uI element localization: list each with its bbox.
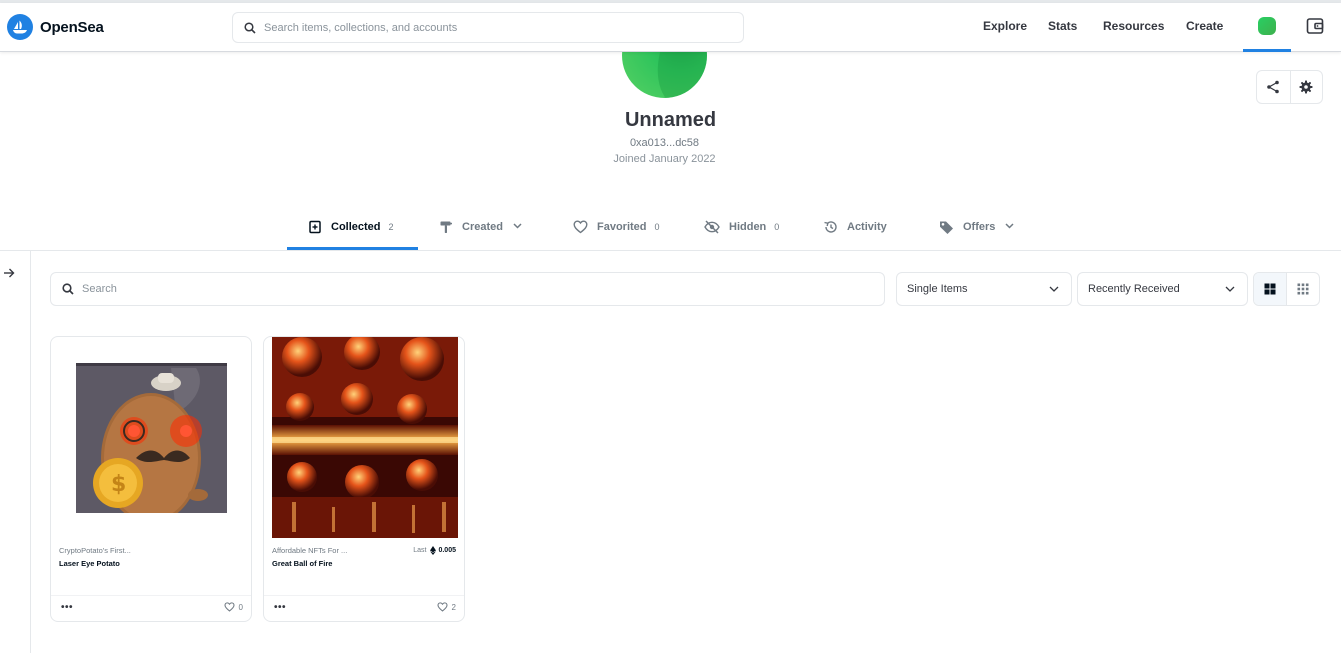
large-grid-icon — [1264, 283, 1276, 295]
view-toggle — [1253, 272, 1320, 306]
profile-avatar-button[interactable] — [1258, 17, 1276, 35]
card-item-name: Great Ball of Fire — [272, 559, 333, 568]
item-type-select[interactable]: Single Items — [896, 272, 1072, 306]
favorite-count: 2 — [451, 602, 456, 612]
brand-name: OpenSea — [40, 18, 104, 36]
nav-resources[interactable]: Resources — [1103, 19, 1164, 33]
expand-filters-button[interactable] — [3, 266, 15, 284]
heart-icon — [437, 602, 448, 612]
search-icon — [62, 283, 74, 295]
chevron-down-icon — [1225, 286, 1235, 292]
wallet-icon[interactable] — [1306, 17, 1324, 40]
item-type-value: Single Items — [907, 283, 968, 295]
profile-actions — [1256, 70, 1323, 104]
active-nav-indicator — [1243, 49, 1291, 52]
history-icon — [824, 221, 837, 233]
settings-button[interactable] — [1289, 71, 1323, 103]
card-item-name: Laser Eye Potato — [59, 559, 120, 568]
chevron-down-icon — [1005, 223, 1014, 229]
favorite-button[interactable]: 2 — [437, 602, 456, 612]
nft-image-laser-eye-potato: $ — [76, 363, 227, 513]
sidebar-divider — [30, 251, 31, 653]
card-collection-name[interactable]: Affordable NFTs For ... — [272, 546, 347, 555]
nav-stats[interactable]: Stats — [1048, 19, 1077, 33]
nft-card[interactable]: Affordable NFTs For ... Great Ball of Fi… — [263, 336, 465, 622]
tab-collected-count: 2 — [388, 222, 394, 232]
arrow-right-icon — [4, 268, 15, 278]
favorite-count: 0 — [238, 602, 243, 612]
tabs-divider — [0, 250, 1341, 251]
items-search-input[interactable] — [82, 283, 862, 295]
eth-icon — [430, 546, 437, 555]
eye-off-icon — [704, 220, 720, 234]
nav-explore[interactable]: Explore — [983, 19, 1027, 33]
tab-collected[interactable]: Collected 2 — [308, 219, 394, 250]
last-price-label: Last — [413, 547, 427, 554]
wallet-address[interactable]: 0xa013...dc58 — [0, 137, 1329, 149]
tab-created-label: Created — [462, 221, 503, 233]
card-footer: ••• 2 — [264, 595, 464, 622]
sort-select[interactable]: Recently Received — [1077, 272, 1248, 306]
tab-favorited-count: 0 — [654, 222, 660, 232]
tab-activity-label: Activity — [847, 221, 887, 233]
small-grid-icon — [1297, 283, 1309, 295]
collected-icon — [309, 220, 321, 234]
profile-name: Unnamed — [624, 109, 717, 131]
heart-icon — [224, 602, 235, 612]
card-footer: ••• 0 — [51, 595, 251, 622]
tab-favorited-label: Favorited — [597, 221, 647, 233]
small-grid-button[interactable] — [1287, 273, 1320, 305]
card-collection-name[interactable]: CryptoPotato's First... — [59, 546, 131, 555]
top-navbar: OpenSea Explore Stats Resources Create — [0, 3, 1341, 52]
tab-hidden-count: 0 — [774, 222, 780, 232]
gear-icon — [1299, 80, 1313, 94]
global-search-box[interactable] — [232, 12, 744, 43]
nft-card[interactable]: $ CryptoPotato's First... Laser Eye Pota… — [50, 336, 252, 622]
tab-collected-label: Collected — [331, 221, 381, 233]
heart-icon — [573, 220, 588, 234]
opensea-logo-icon — [7, 14, 33, 40]
tag-icon — [940, 221, 953, 234]
brush-icon — [440, 221, 452, 233]
items-search-box[interactable] — [50, 272, 885, 306]
share-button[interactable] — [1257, 71, 1290, 103]
last-price-value: 0.005 — [438, 547, 456, 554]
favorite-button[interactable]: 0 — [224, 602, 243, 612]
search-icon — [244, 21, 256, 34]
share-icon — [1267, 80, 1280, 94]
nav-create[interactable]: Create — [1186, 19, 1223, 33]
tab-created[interactable]: Created — [439, 219, 522, 250]
tab-hidden[interactable]: Hidden 0 — [704, 219, 779, 250]
global-search-input[interactable] — [264, 21, 724, 34]
opensea-logo[interactable]: OpenSea — [7, 14, 104, 40]
chevron-down-icon — [1049, 286, 1059, 292]
more-options-button[interactable]: ••• — [274, 602, 286, 613]
sort-value: Recently Received — [1088, 283, 1180, 295]
nft-image-great-ball-of-fire — [272, 337, 458, 538]
large-grid-button[interactable] — [1254, 273, 1287, 305]
tab-activity[interactable]: Activity — [823, 219, 887, 250]
tab-favorited[interactable]: Favorited 0 — [573, 219, 660, 250]
chevron-down-icon — [513, 223, 522, 229]
tab-hidden-label: Hidden — [729, 221, 767, 233]
more-options-button[interactable]: ••• — [61, 602, 73, 613]
svg-text:$: $ — [111, 472, 126, 497]
last-price: Last 0.005 — [413, 546, 456, 555]
tab-offers-label: Offers — [963, 221, 996, 233]
tab-offers[interactable]: Offers — [939, 219, 1014, 250]
join-date: Joined January 2022 — [613, 153, 716, 165]
